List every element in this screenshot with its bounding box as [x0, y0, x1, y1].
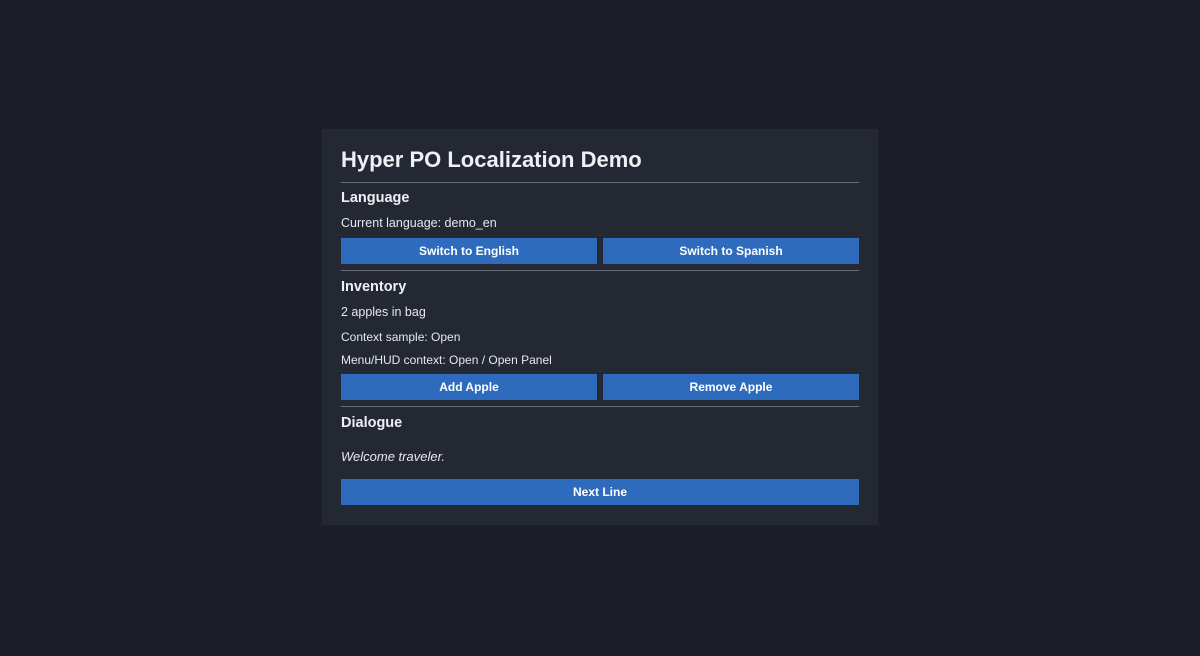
- page-title: Hyper PO Localization Demo: [341, 147, 642, 172]
- switch-to-english-button[interactable]: Switch to English: [341, 238, 597, 264]
- next-line-button[interactable]: Next Line: [341, 479, 859, 505]
- remove-apple-button[interactable]: Remove Apple: [603, 374, 859, 400]
- add-apple-button[interactable]: Add Apple: [341, 374, 597, 400]
- language-heading: Language: [341, 190, 410, 206]
- switch-to-spanish-button[interactable]: Switch to Spanish: [603, 238, 859, 264]
- dialogue-line-text: Welcome traveler.: [341, 449, 446, 464]
- context-sample-text: Context sample: Open: [341, 330, 461, 344]
- apple-count-text: 2 apples in bag: [341, 305, 426, 319]
- divider-inventory: [341, 406, 859, 407]
- app-stage: Hyper PO Localization Demo Language Curr…: [0, 0, 1200, 656]
- divider-language: [341, 270, 859, 271]
- divider-title: [341, 182, 859, 183]
- menu-hud-context-text: Menu/HUD context: Open / Open Panel: [341, 353, 552, 367]
- inventory-heading: Inventory: [341, 279, 407, 295]
- current-language-text: Current language: demo_en: [341, 216, 497, 230]
- dialogue-heading: Dialogue: [341, 415, 403, 431]
- demo-panel: Hyper PO Localization Demo Language Curr…: [322, 129, 878, 525]
